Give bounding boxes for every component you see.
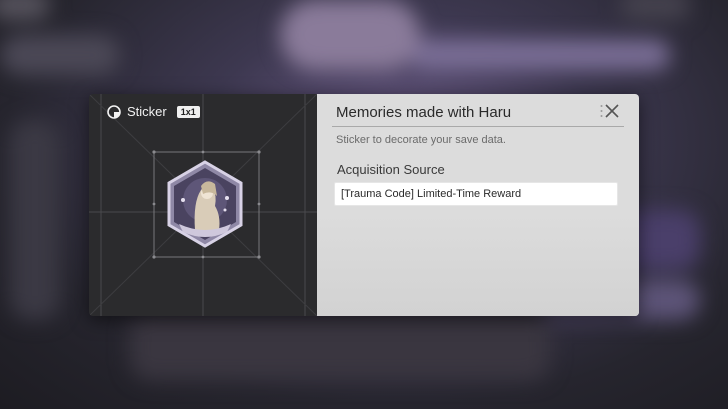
panel-header: Sticker 1x1 [107, 104, 200, 119]
acquisition-source-entry[interactable]: [Trauma Code] Limited-Time Reward [334, 182, 618, 206]
item-detail-dialog: Sticker 1x1 Memories made with Haru Stic… [89, 94, 639, 316]
acquisition-source-label: [Trauma Code] Limited-Time Reward [341, 188, 522, 200]
sticker-image [167, 160, 243, 248]
item-description: Sticker to decorate your save data. [336, 134, 506, 146]
close-button[interactable] [597, 100, 627, 122]
panel-title: Sticker [127, 104, 167, 119]
sticker-icon [107, 104, 121, 119]
size-badge: 1x1 [176, 105, 200, 118]
item-info-panel: Memories made with Haru Sticker to decor… [317, 94, 639, 316]
item-name: Memories made with Haru [336, 104, 512, 121]
game-background: Sticker 1x1 Memories made with Haru Stic… [0, 0, 728, 409]
acquisition-source-heading: Acquisition Source [337, 162, 445, 177]
divider [332, 126, 624, 127]
close-icon [605, 104, 619, 118]
sticker-preview-panel: Sticker 1x1 [89, 94, 317, 316]
